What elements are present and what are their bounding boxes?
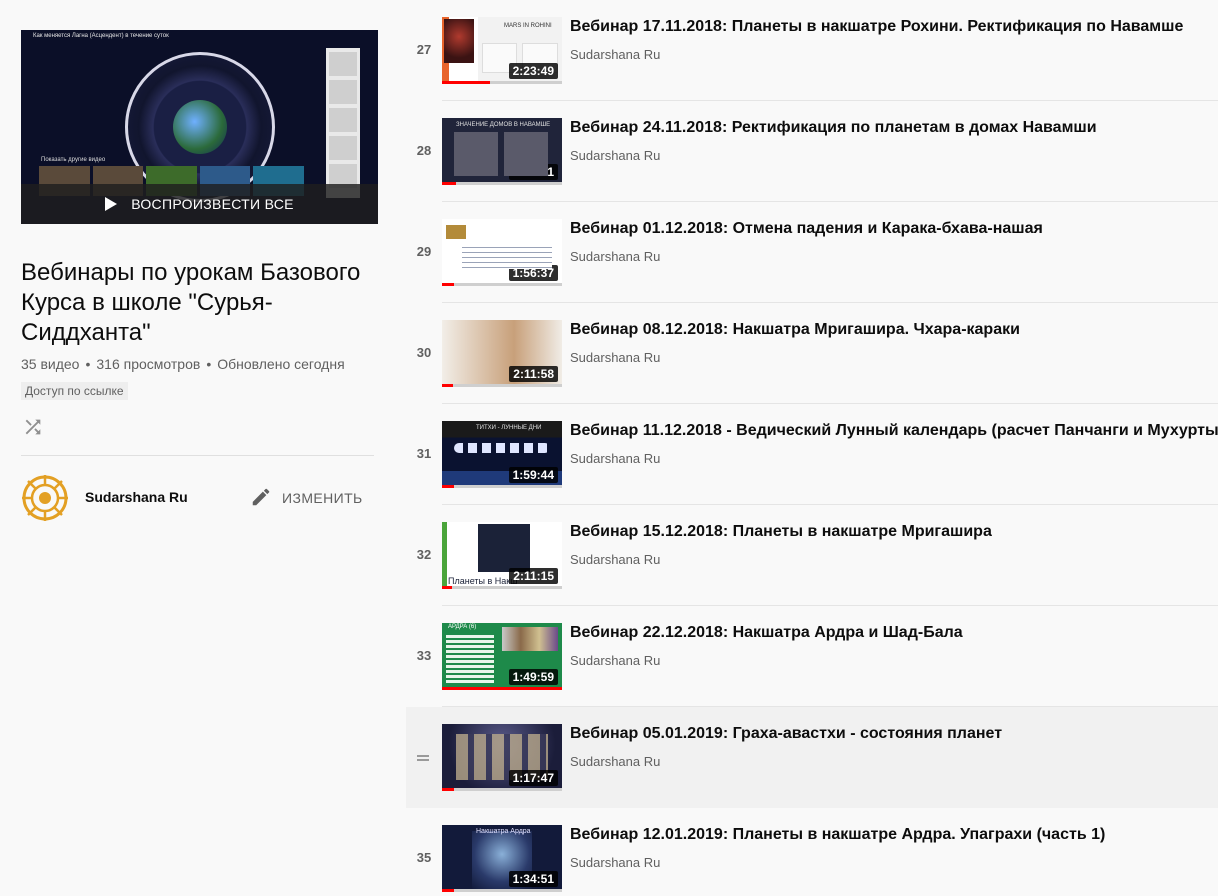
playlist-row[interactable]: 27 MARS IN ROHINI 2:23:49 Вебинар 17.11.… [406, 0, 1218, 101]
webcam-strip [326, 48, 360, 198]
video-title[interactable]: Вебинар 05.01.2019: Граха-авастхи - сост… [570, 725, 1002, 743]
stats-separator: • [85, 356, 91, 372]
thumbnail-text: Накшатра Ардра [476, 828, 531, 835]
playlist-row[interactable]: 29 1:56:37 Вебинар 01.12.2018: Отмена па… [406, 202, 1218, 303]
video-channel[interactable]: Sudarshana Ru [570, 855, 660, 870]
video-channel[interactable]: Sudarshana Ru [570, 249, 660, 264]
video-duration: 2:23:49 [508, 63, 558, 79]
video-title[interactable]: Вебинар 17.11.2018: Планеты в накшатре Р… [570, 18, 1183, 36]
video-duration: 2:01:51 [508, 164, 558, 180]
video-channel[interactable]: Sudarshana Ru [570, 47, 660, 62]
video-channel[interactable]: Sudarshana Ru [570, 350, 660, 365]
playlist-stats: 35 видео • 316 просмотров • Обновлено се… [21, 356, 345, 372]
playlist-title: Вебинары по урокам Базового Курса в школ… [21, 259, 361, 346]
sidebar-divider [21, 455, 374, 456]
playlist-row[interactable]: 28 ЗНАЧЕНИЕ ДОМОВ В НАВАМШЕ 2:01:51 Веби… [406, 101, 1218, 202]
stats-separator: • [206, 356, 212, 372]
watch-progress [442, 687, 562, 690]
play-all-button[interactable]: ВОСПРОИЗВЕСТИ ВСЕ [21, 184, 378, 224]
video-index: 33 [416, 648, 432, 663]
playlist-row[interactable]: 30 2:11:58 Вебинар 08.12.2018: Накшатра … [406, 303, 1218, 404]
thumbnail-text: АРДРА (6) [448, 624, 477, 630]
video-duration: 1:17:47 [508, 770, 558, 786]
video-duration: 2:11:15 [509, 568, 558, 584]
video-index: 31 [416, 446, 432, 461]
watch-progress [442, 788, 562, 791]
video-duration: 1:34:51 [508, 871, 558, 887]
edit-label: ИЗМЕНИТЬ [282, 490, 363, 506]
video-index: 29 [416, 244, 432, 259]
play-all-label: ВОСПРОИЗВЕСТИ ВСЕ [131, 196, 294, 212]
video-thumbnail[interactable]: Планеты в Накш 2:11:15 [442, 522, 562, 589]
video-channel[interactable]: Sudarshana Ru [570, 754, 660, 769]
video-duration: 1:59:44 [508, 467, 558, 483]
video-count: 35 видео [21, 356, 80, 372]
shuffle-icon[interactable] [22, 416, 44, 438]
view-count: 316 просмотров [96, 356, 201, 372]
play-icon [105, 197, 118, 211]
video-thumbnail[interactable]: 2:11:58 [442, 320, 562, 387]
playlist-thumbnail[interactable]: Как меняется Лагна (Асцендент) в течение… [21, 30, 378, 224]
video-title[interactable]: Вебинар 24.11.2018: Ректификация по план… [570, 119, 1097, 137]
video-title[interactable]: Вебинар 11.12.2018 - Ведический Лунный к… [570, 422, 1218, 440]
video-thumbnail[interactable]: ЗНАЧЕНИЕ ДОМОВ В НАВАМШЕ 2:01:51 [442, 118, 562, 185]
updated-date: Обновлено сегодня [217, 356, 345, 372]
video-thumbnail[interactable]: 1:17:47 [442, 724, 562, 791]
video-channel[interactable]: Sudarshana Ru [570, 552, 660, 567]
video-duration: 2:11:58 [509, 366, 558, 382]
thumbnail-text: ТИТХИ - ЛУННЫЕ ДНИ [476, 425, 542, 431]
video-title[interactable]: Вебинар 12.01.2019: Планеты в накшатре А… [570, 826, 1105, 844]
playlist-row[interactable]: 32 Планеты в Накш 2:11:15 Вебинар 15.12.… [406, 505, 1218, 606]
video-duration: 1:56:37 [508, 265, 558, 281]
video-channel[interactable]: Sudarshana Ru [570, 451, 660, 466]
watch-progress [442, 182, 562, 185]
drag-handle-icon[interactable] [417, 755, 429, 761]
video-index: 27 [416, 42, 432, 57]
thumbnail-face-image [444, 19, 474, 63]
channel-avatar[interactable] [21, 474, 69, 522]
video-channel[interactable]: Sudarshana Ru [570, 653, 660, 668]
playlist-sidebar: Как меняется Лагна (Асцендент) в течение… [0, 0, 406, 896]
thumbnail-text: Планеты в Накш [448, 576, 518, 586]
video-index: 30 [416, 345, 432, 360]
video-channel[interactable]: Sudarshana Ru [570, 148, 660, 163]
video-title[interactable]: Вебинар 01.12.2018: Отмена падения и Кар… [570, 220, 1043, 238]
video-title[interactable]: Вебинар 22.12.2018: Накшатра Ардра и Шад… [570, 624, 963, 642]
hero-caption-top: Как меняется Лагна (Асцендент) в течение… [33, 33, 169, 39]
playlist-row[interactable]: 33 АРДРА (6) 1:49:59 Вебинар 22.12.2018:… [406, 606, 1218, 707]
thumbnail-text: ЗНАЧЕНИЕ ДОМОВ В НАВАМШЕ [456, 122, 551, 128]
edit-button[interactable]: ИЗМЕНИТЬ [250, 484, 363, 512]
playlist-video-list: 27 MARS IN ROHINI 2:23:49 Вебинар 17.11.… [406, 0, 1218, 896]
video-duration: 1:49:59 [508, 669, 558, 685]
watch-progress [442, 485, 562, 488]
playlist-row[interactable]: 31 ТИТХИ - ЛУННЫЕ ДНИ 1:59:44 Вебинар 11… [406, 404, 1218, 505]
video-thumbnail[interactable]: Накшатра Ардра 1:34:51 [442, 825, 562, 892]
pencil-icon [250, 486, 272, 511]
video-thumbnail[interactable]: ТИТХИ - ЛУННЫЕ ДНИ 1:59:44 [442, 421, 562, 488]
video-title[interactable]: Вебинар 15.12.2018: Планеты в накшатре М… [570, 523, 992, 541]
watch-progress [442, 81, 562, 84]
video-index: 28 [416, 143, 432, 158]
playlist-row-active[interactable]: 1:17:47 Вебинар 05.01.2019: Граха-авастх… [406, 707, 1218, 808]
watch-progress [442, 283, 562, 286]
watch-progress [442, 384, 562, 387]
channel-name[interactable]: Sudarshana Ru [85, 489, 188, 505]
video-thumbnail[interactable]: 1:56:37 [442, 219, 562, 286]
privacy-badge[interactable]: Доступ по ссылке [21, 382, 128, 400]
hero-caption-more: Показать другие видео [41, 157, 106, 163]
playlist-row[interactable]: 35 Накшатра Ардра 1:34:51 Вебинар 12.01.… [406, 808, 1218, 896]
thumbnail-text: MARS IN ROHINI [504, 23, 552, 29]
video-title[interactable]: Вебинар 08.12.2018: Накшатра Мригашира. … [570, 321, 1020, 339]
video-thumbnail[interactable]: MARS IN ROHINI 2:23:49 [442, 17, 562, 84]
video-thumbnail[interactable]: АРДРА (6) 1:49:59 [442, 623, 562, 690]
video-index: 35 [416, 850, 432, 865]
watch-progress [442, 586, 562, 589]
video-index: 32 [416, 547, 432, 562]
watch-progress [442, 889, 562, 892]
